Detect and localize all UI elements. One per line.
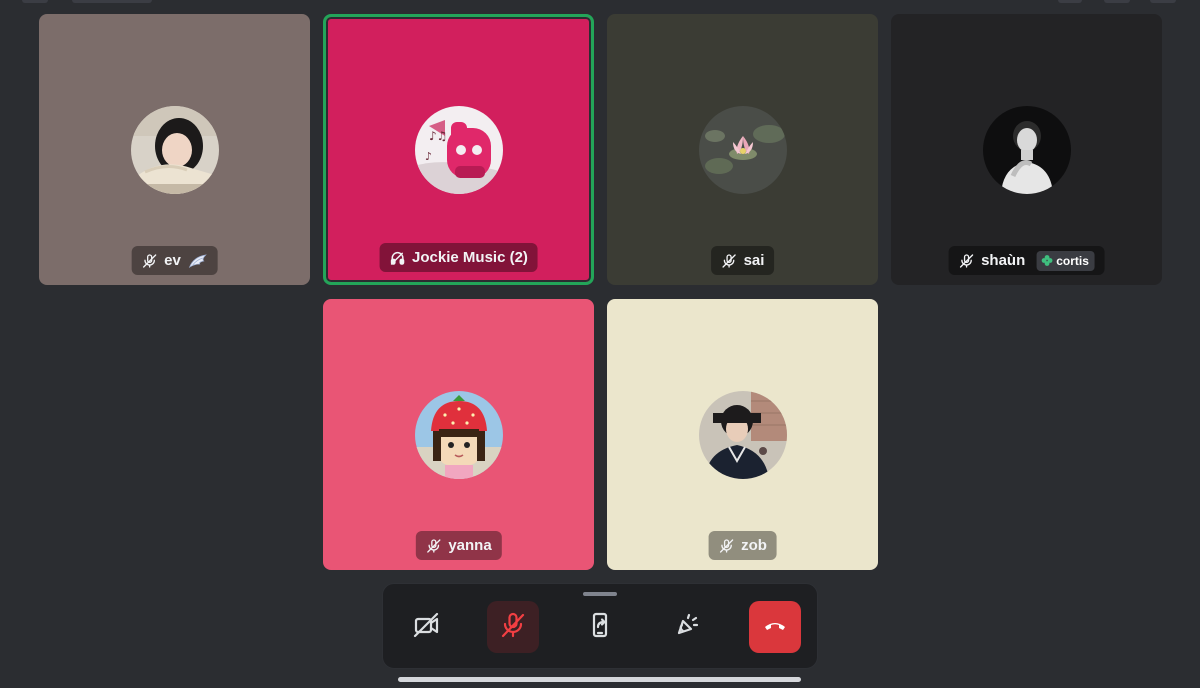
headphones-icon [389,250,405,266]
top-bar-fragment [22,0,48,3]
soundboard-icon [673,611,701,644]
participant-tile-jockie-music[interactable]: ♪♫ ♪ Jockie Music (2) [323,14,594,285]
name-chip: ev [131,246,218,275]
top-bar-fragment [1104,0,1130,3]
top-bar-fragment [72,0,152,3]
avatar [698,105,787,194]
hang-up-button[interactable] [749,601,801,653]
participant-tile-zob[interactable]: zob [607,299,878,570]
svg-text:♪: ♪ [425,150,432,163]
share-screen-icon [586,611,614,644]
wing-icon [188,253,208,269]
avatar [982,105,1071,194]
participant-name: yanna [448,537,492,554]
camera-off-icon [412,611,440,644]
svg-text:♪♫: ♪♫ [429,129,447,143]
name-chip: shaùn cortis [948,246,1105,275]
participant-tile-yanna[interactable]: yanna [323,299,594,570]
microphone-muted-icon [721,253,737,269]
hang-up-icon [761,611,789,644]
participant-name: zob [741,537,767,554]
drag-handle[interactable] [583,592,617,596]
participant-tile-shaun[interactable]: shaùn cortis [891,14,1162,285]
soundboard-button[interactable] [661,601,713,653]
participant-name: sai [743,252,765,269]
voice-call-screen: ev ♪♫ ♪ Jockie Music (2) sai shaùn corti… [0,0,1200,688]
home-indicator [398,677,801,682]
microphone-muted-icon [958,253,974,269]
participant-name: shaùn [981,252,1026,269]
participant-name: ev [164,252,181,269]
clover-icon [1040,254,1053,267]
microphone-muted-icon [499,611,527,644]
name-chip: sai [710,246,775,275]
participant-tile-ev[interactable]: ev [39,14,310,285]
server-tag-badge: cortis [1036,250,1095,271]
microphone-muted-icon [425,538,441,554]
microphone-muted-icon [718,538,734,554]
participant-tile-sai[interactable]: sai [607,14,878,285]
participant-name: Jockie Music (2) [412,249,528,266]
server-tag-text: cortis [1056,253,1089,268]
share-screen-button[interactable] [574,601,626,653]
avatar [414,390,503,479]
call-control-bar [382,583,818,669]
top-bar-fragment [1058,0,1082,3]
camera-toggle-button[interactable] [400,601,452,653]
microphone-toggle-button[interactable] [487,601,539,653]
microphone-muted-icon [141,253,157,269]
avatar [130,105,219,194]
avatar [698,390,787,479]
name-chip: yanna [415,531,502,560]
avatar: ♪♫ ♪ [414,105,503,194]
name-chip: Jockie Music (2) [379,243,538,272]
name-chip: zob [708,531,777,560]
top-bar-fragment [1150,0,1176,3]
